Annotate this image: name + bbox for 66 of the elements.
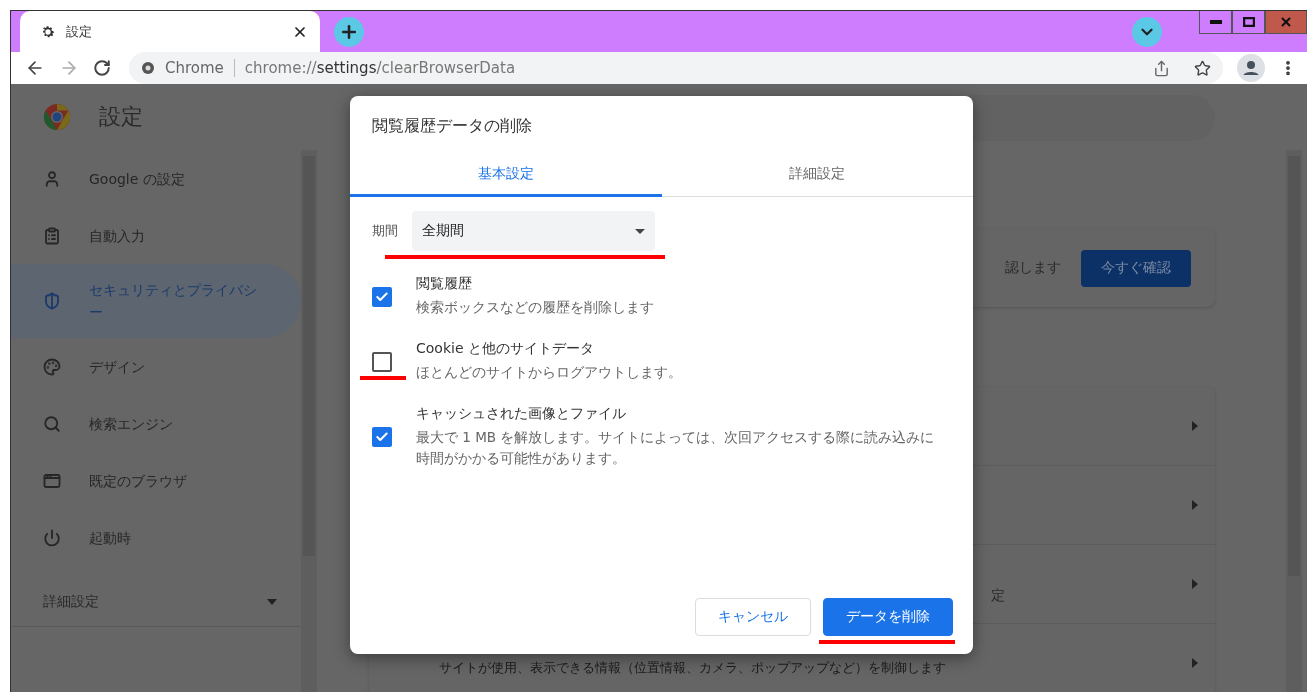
option-description: ほとんどのサイトからログアウトします。 [416,363,682,382]
time-range-label: 期間 [372,222,398,240]
time-range-select[interactable]: 全期間 [412,211,655,251]
caret-down-icon [267,599,277,605]
option-title: キャッシュされた画像とファイル [416,405,627,423]
cancel-button[interactable]: キャンセル [695,598,811,636]
caret-right-icon [1192,421,1198,431]
shield-icon [43,292,61,310]
checkbox[interactable] [372,351,392,372]
delete-data-button[interactable]: データを削除 [823,598,953,636]
close-icon [1279,15,1293,29]
dialog-tab[interactable]: 基本設定 [350,153,662,197]
power-icon [43,528,61,547]
caret-right-icon [1192,500,1198,510]
maximize-icon [1242,17,1255,27]
option-description: 最大で 1 MB を解放します。サイトによっては、次回アクセスする際に読み込みに時間がかかる可能性があります。 [416,428,936,468]
minimize-icon [1209,20,1222,24]
sidebar-item[interactable]: デザイン [11,338,301,395]
caret-right-icon [1192,579,1198,589]
minimize-button[interactable] [1199,11,1232,34]
new-tab-button[interactable] [334,17,364,47]
origin-label: Chrome [165,59,235,77]
sidebar-item[interactable]: セキュリティとプライバシー [11,264,301,338]
tab-title: 設定 [66,22,93,41]
sidebar-item[interactable]: 既定のブラウザ [11,452,301,509]
tab-search-button[interactable] [1132,17,1162,47]
palette-icon [43,357,61,376]
checkbox[interactable] [372,427,392,447]
gear-icon [40,23,56,40]
dialog-tab[interactable]: 詳細設定 [661,153,973,197]
check-now-button[interactable]: 今すぐ確認 [1081,249,1191,287]
sidebar-item[interactable]: 自動入力 [11,207,301,264]
option-title: 閲覧履歴 [416,275,473,293]
browser-tab[interactable]: 設定 [20,11,320,52]
dropdown-arrow-icon [635,228,645,234]
caret-right-icon [1192,658,1198,668]
sidebar-item[interactable]: 検索エンジン [11,395,301,452]
site-info-icon [141,61,155,75]
scrollbar[interactable] [301,150,317,692]
option-title: Cookie と他のサイトデータ [416,340,595,358]
checkbox[interactable] [372,286,392,307]
checkmark-icon [375,430,389,444]
settings-title: 設定 [99,103,143,131]
reload-icon[interactable] [93,59,111,77]
clipboard-icon [43,226,61,245]
person-icon [43,169,61,188]
row-label: 定 [991,586,1005,605]
highlight-underline [360,376,406,380]
browser-window-icon [43,471,61,490]
sidebar-item[interactable]: Google の設定 [11,150,301,207]
maximize-button[interactable] [1232,11,1265,34]
bookmark-star-icon[interactable] [1194,59,1211,77]
row-description: サイトが使用、表示できる情報（位置情報、カメラ、ポップアップなど）を制御します [439,661,946,675]
profile-avatar-icon[interactable] [1237,54,1265,82]
checkmark-icon [375,289,389,304]
close-window-button[interactable] [1265,11,1307,34]
dialog-title: 閲覧履歴データの削除 [371,115,533,137]
url-text: chrome://settings/clearBrowserData [244,59,517,77]
sidebar-item[interactable]: 起動時 [11,509,301,566]
browser-logo-icon [43,103,71,131]
plus-icon [339,22,359,42]
card-text: 認します [1005,259,1061,277]
option-description: 検索ボックスなどの履歴を削除します [416,298,654,317]
share-icon[interactable] [1153,59,1170,77]
search-icon [43,414,61,433]
address-bar[interactable]: Chrome chrome://settings/clearBrowserData [129,52,1223,84]
